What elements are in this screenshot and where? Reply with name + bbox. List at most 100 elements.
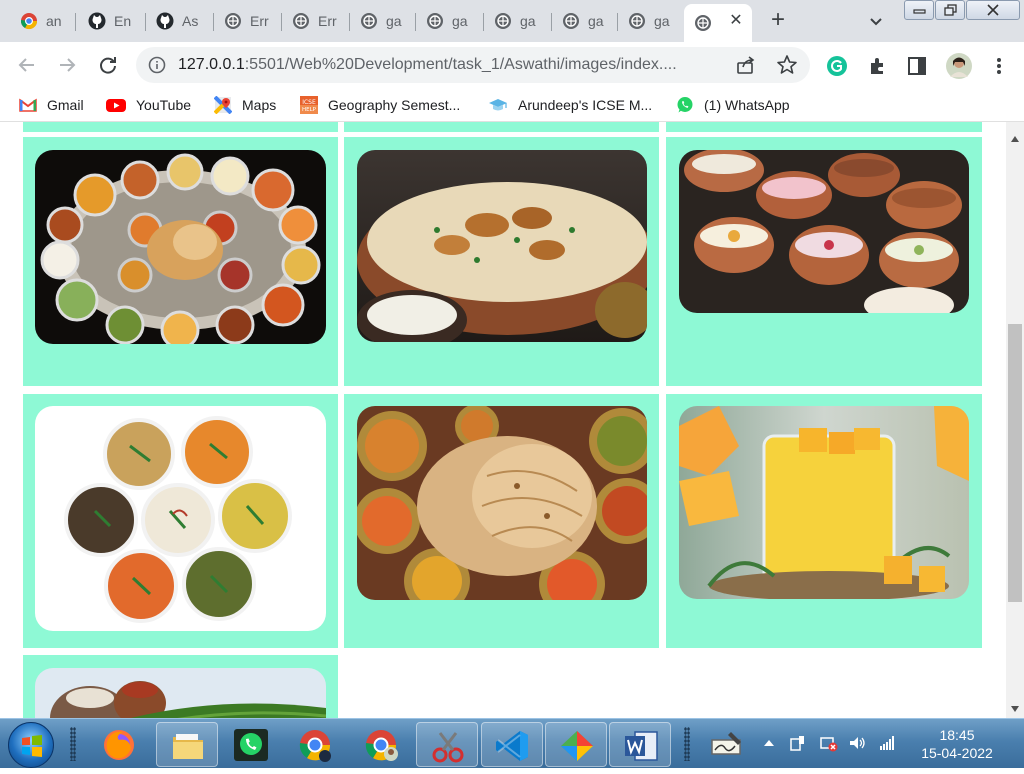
tab-title: Err — [318, 13, 337, 29]
bookmark-whatsapp[interactable]: (1) WhatsApp — [676, 96, 790, 114]
tab-title: ga — [654, 13, 670, 29]
tab-8[interactable]: ga — [484, 4, 552, 38]
taskbar-vscode[interactable] — [481, 722, 543, 767]
bookmark-gmail[interactable]: Gmail — [19, 96, 84, 114]
tab-9[interactable]: ga — [552, 4, 618, 38]
tab-title: ga — [386, 13, 402, 29]
taskbar-notepad[interactable] — [696, 722, 754, 767]
globe-icon — [695, 15, 711, 31]
device-icon[interactable] — [788, 734, 806, 752]
vertical-scrollbar[interactable] — [1006, 122, 1024, 718]
signal-strength-icon[interactable] — [878, 734, 896, 752]
taskbar-file-explorer[interactable] — [156, 722, 218, 767]
gallery-cell — [23, 655, 338, 718]
github-icon — [88, 12, 106, 30]
bookmark-geography[interactable]: ICSE HELP Geography Semest... — [300, 96, 460, 114]
grammarly-icon[interactable] — [826, 55, 848, 77]
mango-lassi-image[interactable] — [679, 406, 969, 599]
forward-icon[interactable] — [55, 53, 79, 77]
url-text[interactable]: 127.0.0.1:5501/Web%20Development/task_1/… — [178, 56, 677, 74]
taskbar-firefox[interactable] — [88, 722, 150, 767]
new-tab-button[interactable]: + — [766, 8, 790, 33]
side-panel-icon[interactable] — [906, 55, 928, 77]
food-photo-icon — [679, 150, 969, 313]
gallery-cell — [23, 137, 338, 386]
kulhad-desserts-image[interactable] — [679, 150, 969, 313]
system-clock[interactable]: 18:45 15-04-2022 — [912, 726, 1002, 762]
gallery-cell — [344, 394, 659, 648]
close-window-button[interactable] — [966, 0, 1020, 20]
back-icon[interactable] — [15, 53, 39, 77]
volume-icon[interactable] — [848, 734, 866, 752]
clock-time: 18:45 — [939, 727, 975, 743]
graduation-cap-icon — [489, 99, 507, 111]
restore-button[interactable] — [935, 0, 965, 20]
scroll-up-icon[interactable] — [1010, 134, 1020, 144]
page-content — [0, 122, 1008, 718]
address-bar[interactable]: 127.0.0.1:5501/Web%20Development/task_1/… — [136, 47, 810, 83]
start-button[interactable] — [8, 722, 54, 768]
network-error-icon[interactable] — [820, 734, 838, 752]
minimize-button[interactable] — [904, 0, 934, 20]
taskbar-chrome[interactable] — [284, 722, 346, 767]
chevron-down-icon[interactable] — [866, 12, 886, 32]
gallery-cell — [23, 122, 338, 132]
tab-title: ga — [588, 13, 604, 29]
avatar[interactable] — [945, 52, 973, 80]
tab-2[interactable]: En — [78, 4, 146, 38]
tab-10[interactable]: ga — [618, 4, 684, 38]
food-photo-icon — [35, 406, 326, 631]
globe-icon — [495, 13, 511, 29]
app-icon — [561, 731, 593, 761]
taskbar-word[interactable] — [609, 722, 671, 767]
close-tab-icon[interactable]: ✕ — [728, 13, 744, 29]
share-icon[interactable] — [736, 55, 756, 75]
globe-icon — [563, 13, 579, 29]
windows-logo-icon — [22, 735, 42, 757]
gmail-icon — [19, 98, 37, 112]
tab-5[interactable]: Err — [282, 4, 350, 38]
bookmark-star-icon[interactable] — [776, 54, 798, 76]
info-icon[interactable] — [148, 56, 166, 74]
bookmark-arundeep[interactable]: Arundeep's ICSE M... — [488, 96, 652, 114]
scrollbar-thumb[interactable] — [1008, 324, 1022, 602]
taskbar-app[interactable] — [545, 722, 607, 767]
whatsapp-icon — [234, 729, 268, 761]
thali-platter-image[interactable] — [35, 150, 326, 344]
menu-icon[interactable] — [988, 55, 1010, 77]
bookmark-maps[interactable]: Maps — [214, 96, 276, 114]
food-photo-icon — [35, 668, 326, 718]
show-hidden-icons-icon[interactable] — [760, 734, 778, 752]
extensions-icon[interactable] — [867, 55, 889, 77]
gallery-cell — [666, 137, 982, 386]
url-path: :5501/Web%20Development/task_1/Aswathi/i… — [244, 56, 677, 73]
tab-7[interactable]: ga — [416, 4, 484, 38]
globe-icon — [361, 13, 377, 29]
tab-3[interactable]: As — [146, 4, 214, 38]
taskbar-whatsapp[interactable] — [220, 722, 282, 767]
paratha-curries-image[interactable] — [357, 406, 647, 600]
scroll-down-icon[interactable] — [1010, 704, 1020, 714]
svg-text:HELP: HELP — [302, 107, 317, 113]
bookmark-label: (1) WhatsApp — [704, 97, 790, 113]
vscode-icon — [496, 731, 528, 761]
snipping-tool-icon — [432, 732, 464, 763]
bookmark-youtube[interactable]: YouTube — [106, 96, 191, 114]
curry-bowls-image[interactable] — [35, 406, 326, 631]
tab-4[interactable]: Err — [214, 4, 282, 38]
chrome-icon — [299, 730, 331, 762]
tab-6[interactable]: ga — [350, 4, 416, 38]
tab-title: Err — [250, 13, 269, 29]
bookmarks-bar: Gmail YouTube Maps ICSE HELP Geography Se… — [0, 88, 1024, 122]
tab-1[interactable]: an — [10, 4, 76, 38]
banana-leaf-meal-image[interactable] — [35, 668, 326, 718]
taskbar-snipping-tool[interactable] — [416, 722, 478, 767]
reload-icon[interactable] — [96, 53, 120, 77]
tab-strip: an En As Err Err ga ga ga ga ga ✕ + — [0, 0, 1024, 42]
taskbar-chrome-profile[interactable] — [350, 722, 412, 767]
taskbar-grip — [70, 727, 76, 761]
svg-text:ICSE: ICSE — [302, 99, 316, 106]
bookmark-label: YouTube — [136, 97, 192, 113]
tab-active[interactable]: ✕ — [684, 4, 752, 42]
biryani-bowl-image[interactable] — [357, 150, 647, 342]
